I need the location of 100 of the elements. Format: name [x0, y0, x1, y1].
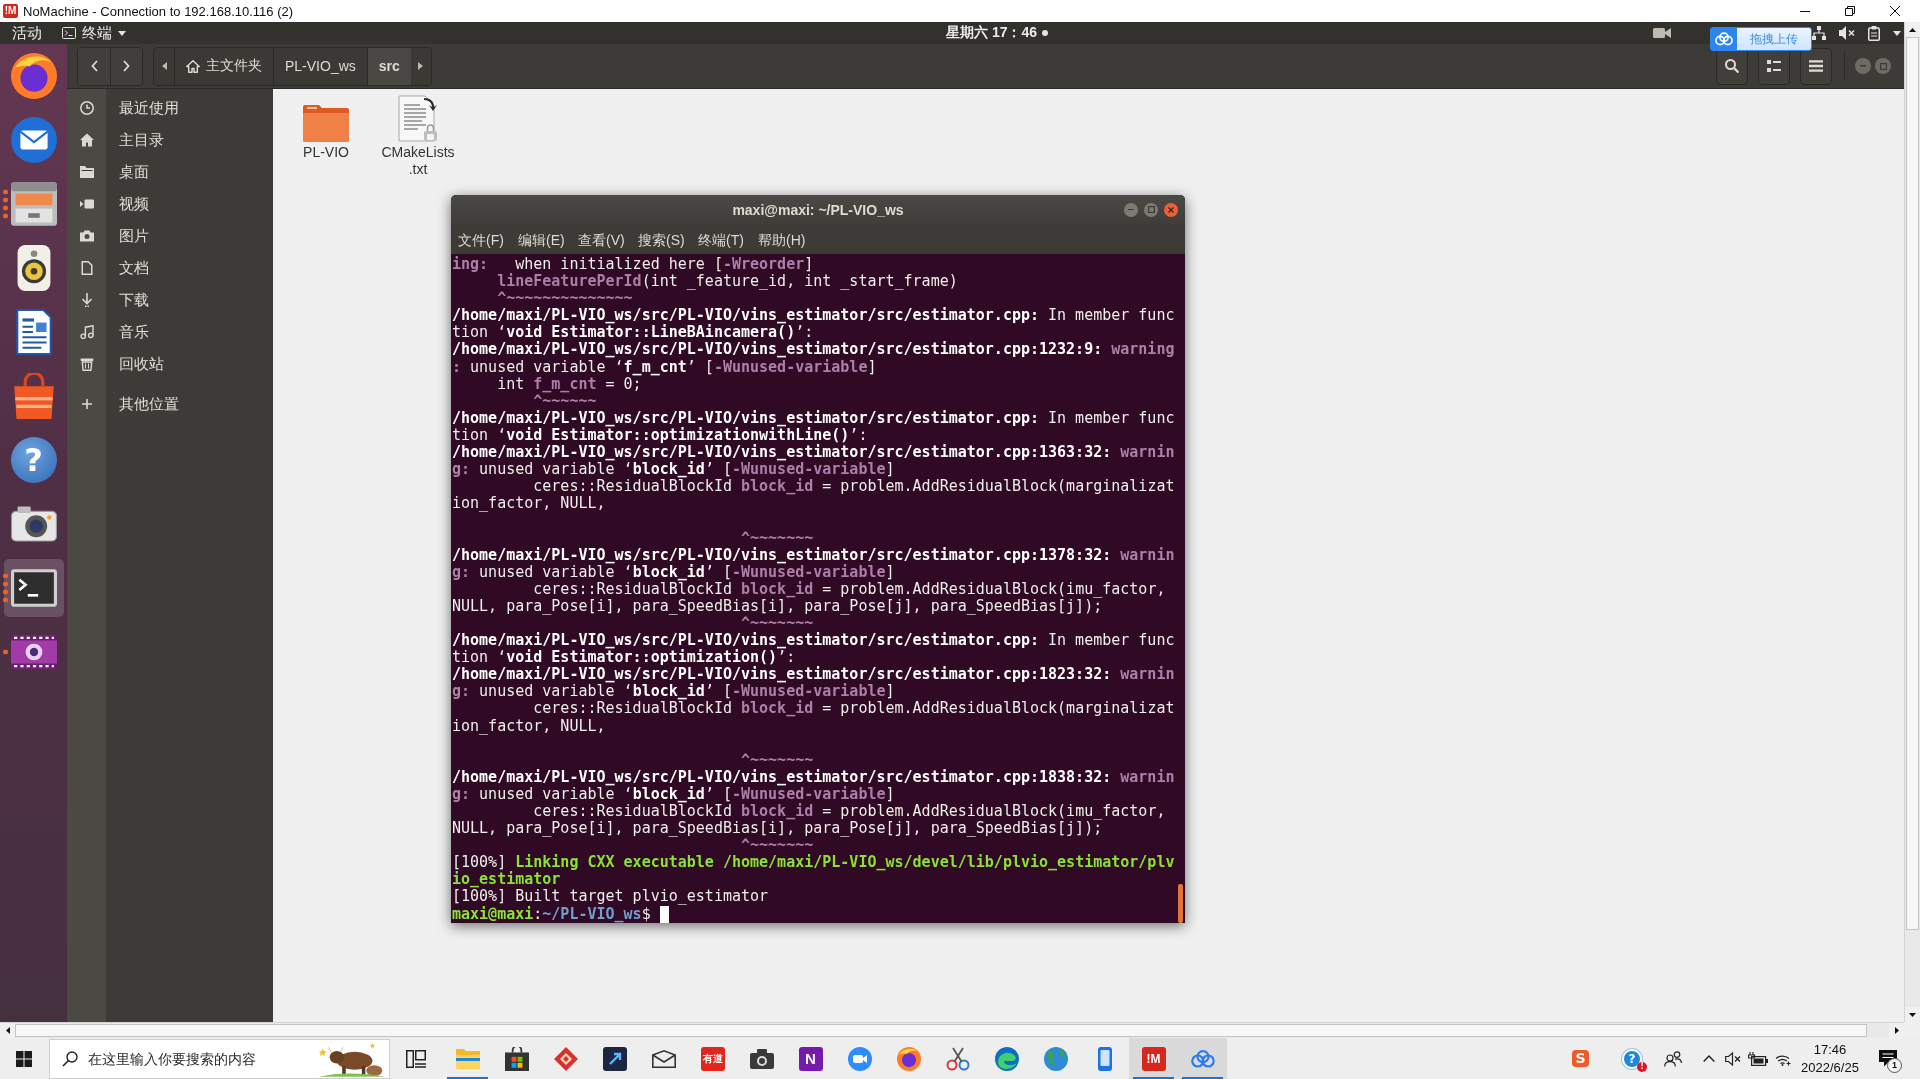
network-icon[interactable]: [1812, 26, 1826, 40]
menu-icon: [1809, 59, 1823, 73]
back-button[interactable]: [78, 47, 110, 85]
menu-button[interactable]: [1800, 47, 1832, 85]
taskbar-button[interactable]: 有道: [688, 1038, 737, 1079]
sidebar-item[interactable]: 其他位置: [119, 394, 179, 414]
menu-item[interactable]: 文件(F): [454, 228, 512, 253]
triangle-left-icon[interactable]: [5, 1027, 10, 1034]
trash-icon: [79, 357, 94, 371]
task-view-icon: [406, 1049, 426, 1068]
maximize-button[interactable]: [1144, 202, 1158, 217]
sidebar-item[interactable]: 文档: [119, 258, 149, 278]
menu-item[interactable]: 编辑(E): [514, 228, 572, 253]
folder-icon: [455, 1046, 480, 1071]
chevron-up-icon[interactable]: [1703, 1055, 1715, 1062]
search-icon: [1725, 59, 1739, 73]
terminal-line: ion_factor, NULL,: [452, 494, 606, 513]
diamond-icon: [553, 1046, 578, 1071]
video-camera-icon[interactable]: [1653, 27, 1671, 39]
speaker-muted-icon[interactable]: [1725, 1051, 1741, 1066]
terminal-line: ceres::ResidualBlockId block_id = problem.AddResidualBlock(marginalizat: [533, 477, 1175, 496]
chevron-left-icon: [90, 60, 98, 72]
close-icon: [1168, 206, 1174, 213]
list-view-icon: [1767, 59, 1781, 73]
menu-item[interactable]: 终端(T): [694, 228, 752, 253]
file-name[interactable]: PL-VIO: [303, 144, 349, 161]
vertical-scrollbar[interactable]: [1904, 22, 1920, 1022]
terminal-line: : unused variable ‘f_m_cnt’ [-Wunused-variable]: [452, 357, 877, 376]
terminal-line: tion ‘void Estimator::optimizationwithLine()’:: [452, 425, 868, 444]
folder-icon: [79, 165, 94, 179]
app-logo: !M: [1141, 1046, 1166, 1071]
battery-charging-icon[interactable]: [1748, 1051, 1768, 1066]
alert-badge: !: [1637, 1061, 1647, 1072]
cloud-rings-icon: [1715, 32, 1733, 46]
sidebar-item[interactable]: 图片: [119, 226, 149, 246]
terminal-line: ^~~~~~~~: [741, 750, 814, 769]
taskbar-button[interactable]: N: [786, 1038, 835, 1079]
speaker-muted-icon[interactable]: [1839, 26, 1855, 40]
terminal-line: ^~~~~~~~: [741, 613, 814, 632]
menu-item[interactable]: 帮助(H): [754, 228, 812, 253]
dock-button[interactable]: [3, 559, 64, 617]
scroll-thumb[interactable]: [15, 1024, 1867, 1037]
window-title: maxi@maxi: ~/PL-VIO_ws: [732, 201, 904, 218]
swirl-icon: [994, 1046, 1019, 1071]
caret-icon: [118, 30, 126, 36]
sidebar-item[interactable]: 下载: [119, 290, 149, 310]
file-name[interactable]: CMakeLists.txt: [378, 144, 458, 178]
sidebar-item[interactable]: 音乐: [119, 322, 149, 342]
terminal-line: ceres::ResidualBlockId block_id = problem.AddResidualBlock(imu_factor,: [533, 802, 1166, 820]
file-cabinet-icon: [10, 181, 57, 227]
menu-item[interactable]: 查看(V): [574, 228, 632, 253]
taskbar-button[interactable]: !M: [1129, 1038, 1178, 1079]
terminal-line: ^~~~~~~~: [741, 528, 814, 547]
terminal-line: ^~~~~~~~~~~~~~~: [497, 289, 633, 308]
terminal-line: /home/maxi/PL-VIO_ws/src/PL-VIO/vins_estimator/src/estimator.cpp: In member func: [452, 631, 1175, 650]
terminal-icon: [62, 27, 76, 39]
terminal-line: [100%] Linking CXX executable /home/maxi/PL-VIO_ws/devel/lib/plvio_estimator/plv: [452, 853, 1175, 872]
minimize-button[interactable]: [1124, 202, 1138, 217]
music-note-icon: [79, 325, 94, 339]
terminal-line: /home/maxi/PL-VIO_ws/src/PL-VIO/vins_estimator/src/estimator.cpp:1838:32: warnin: [452, 767, 1175, 786]
terminal-line: ^~~~~~~~: [741, 836, 814, 855]
close-icon: [1889, 6, 1900, 16]
sidebar-item[interactable]: 主目录: [119, 130, 164, 150]
triangle-right-icon[interactable]: [1894, 1027, 1899, 1034]
menu-item[interactable]: 搜索(S): [634, 228, 692, 253]
triangle-down-icon[interactable]: [1909, 1012, 1916, 1017]
people-icon[interactable]: [1664, 1050, 1682, 1067]
video-camera-icon: [79, 197, 94, 211]
close-button[interactable]: [1164, 202, 1178, 217]
scroll-thumb[interactable]: [1906, 37, 1919, 930]
camera-icon: [749, 1046, 774, 1071]
maximize-icon: [1879, 62, 1887, 70]
plus-icon: [81, 399, 92, 409]
path-button[interactable]: src: [366, 47, 411, 85]
sidebar-item[interactable]: 视频: [119, 194, 149, 214]
clock-button[interactable]: 星期六 17：46: [946, 22, 1038, 44]
search-box[interactable]: 在这里输入你要搜索的内容: [49, 1038, 390, 1079]
folder-icon[interactable]: [303, 105, 349, 142]
horizontal-scrollbar[interactable]: [0, 1022, 1904, 1038]
activities-button[interactable]: 活动: [12, 22, 42, 44]
download-arrow-icon: [79, 293, 94, 307]
triangle-up-icon[interactable]: [1909, 27, 1916, 32]
clock-button[interactable]: 17:46 2022/6/25: [1798, 1038, 1862, 1079]
home-icon: [79, 133, 94, 147]
forward-button[interactable]: [110, 47, 142, 85]
terminal-line: ion_factor, NULL,: [452, 716, 606, 735]
locked-link-file-icon[interactable]: [398, 95, 438, 142]
sidebar-item[interactable]: 桌面: [119, 162, 149, 182]
search-field[interactable]: 在这里输入你要搜索的内容: [86, 1046, 319, 1071]
sidebar-item[interactable]: 回收站: [119, 354, 164, 374]
scroll-thumb[interactable]: [1177, 884, 1183, 923]
sidebar-item[interactable]: 最近使用: [119, 98, 179, 118]
app-menu-button[interactable]: 终端: [62, 22, 126, 44]
terminal-line: /home/maxi/PL-VIO_ws/src/PL-VIO/vins_estimator/src/estimator.cpp:1823:32: warnin: [452, 665, 1175, 684]
restore-icon: [1844, 6, 1855, 16]
maximize-icon: [1147, 206, 1155, 213]
fox-globe-icon: [10, 53, 57, 99]
caret-icon[interactable]: [1893, 30, 1901, 36]
notifications-button[interactable]: 1: [1868, 1038, 1908, 1079]
clipboard-icon[interactable]: [1868, 25, 1880, 41]
